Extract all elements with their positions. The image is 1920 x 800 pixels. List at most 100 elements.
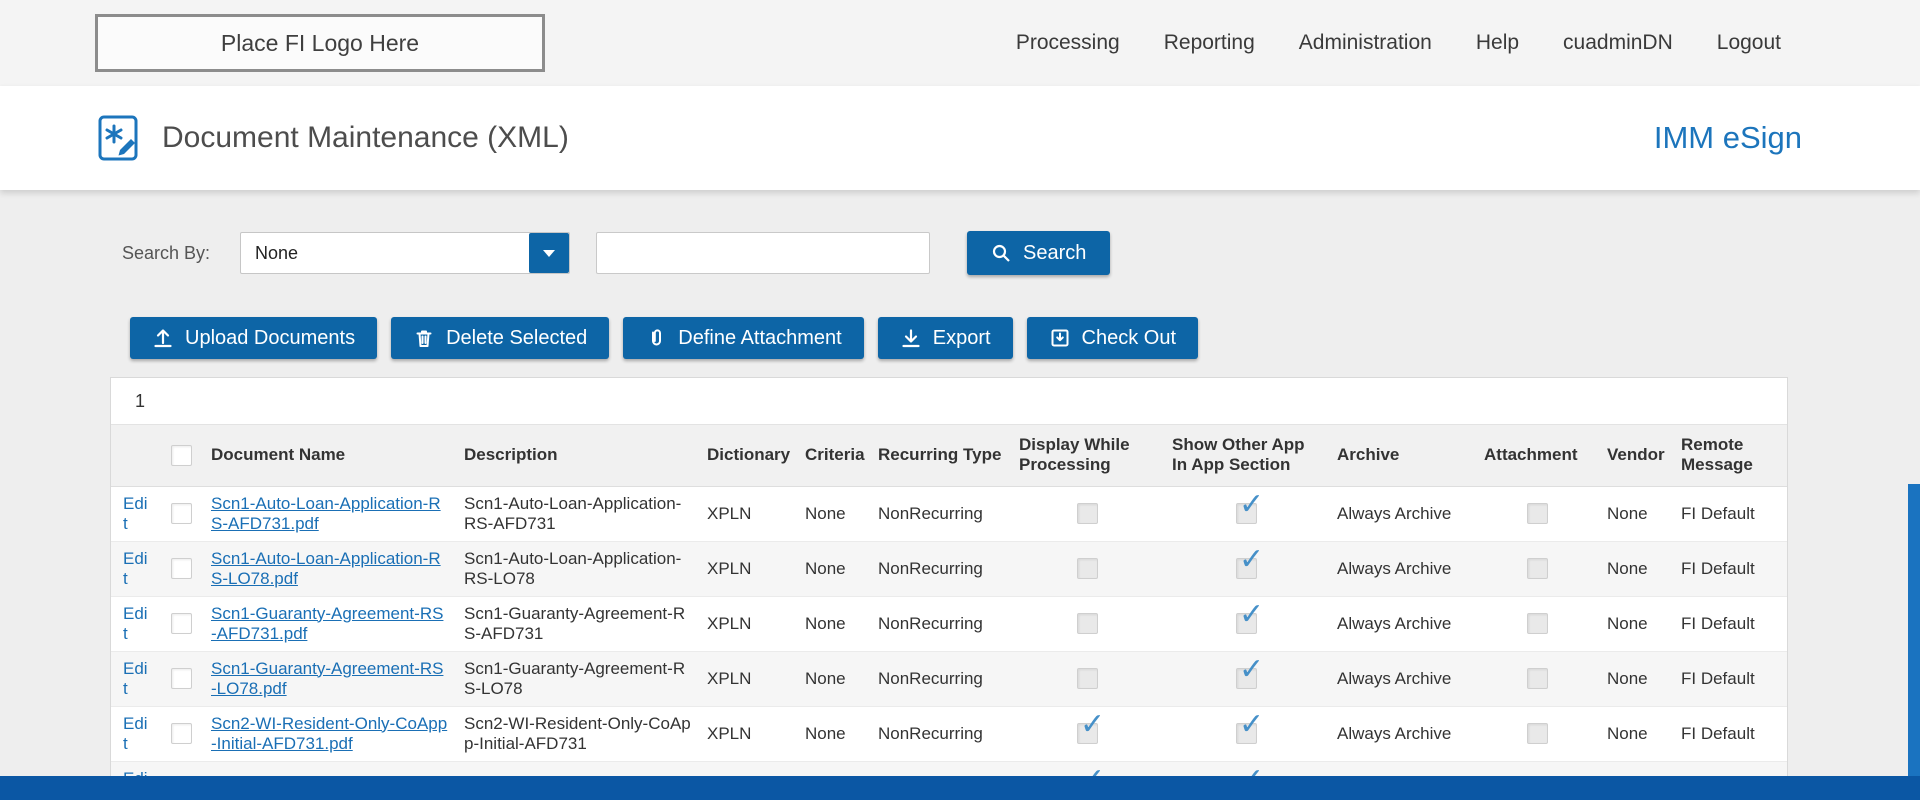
header-archive: Archive (1329, 425, 1476, 487)
document-name-link[interactable]: Scn1-Guaranty-Agreement-RS-LO78.pdf (211, 659, 443, 698)
display-while-processing-checkbox[interactable] (1077, 503, 1098, 524)
attachment-checkbox[interactable] (1527, 668, 1548, 689)
display-while-processing-checkbox[interactable]: ✓ (1077, 710, 1105, 744)
upload-icon (152, 327, 174, 349)
dictionary-cell: XPLN (707, 558, 752, 578)
recurring-type-cell: NonRecurring (878, 503, 983, 523)
criteria-cell: None (805, 503, 846, 523)
dictionary-cell: XPLN (707, 668, 752, 688)
table-header-row: Document Name Description Dictionary Cri… (111, 425, 1787, 487)
show-other-app-checkbox[interactable]: ✓ (1236, 490, 1264, 524)
dropdown-arrow-button[interactable] (529, 233, 569, 273)
search-button-label: Search (1023, 241, 1087, 264)
nav-item-help[interactable]: Help (1476, 31, 1519, 55)
archive-cell: Always Archive (1337, 503, 1452, 523)
nav-item-reporting[interactable]: Reporting (1164, 31, 1255, 55)
search-by-dropdown[interactable]: None (240, 232, 570, 274)
nav-item-logout[interactable]: Logout (1717, 31, 1781, 55)
pagination: 1 (111, 378, 1787, 425)
nav-item-processing[interactable]: Processing (1016, 31, 1120, 55)
paperclip-icon (645, 327, 667, 349)
search-input[interactable] (596, 232, 930, 274)
check-icon: ✓ (1080, 707, 1106, 742)
document-name-link[interactable]: Scn2-WI-Resident-Only-CoApp-Initial-AFD7… (211, 714, 447, 753)
table-row: Edit Scn1-Auto-Loan-Application-RS-AFD731… (111, 486, 1787, 542)
export-button[interactable]: Export (877, 317, 1013, 359)
display-while-processing-checkbox[interactable] (1077, 613, 1098, 634)
show-other-app-checkbox[interactable]: ✓ (1236, 545, 1264, 579)
check-icon: ✓ (1239, 542, 1265, 577)
check-icon: ✓ (1239, 597, 1265, 632)
description-cell: Scn1-Guaranty-Agreement-RS-LO78 (464, 658, 686, 698)
remote-message-cell: FI Default (1681, 723, 1755, 743)
esign-document-icon (98, 115, 138, 161)
attachment-checkbox[interactable] (1527, 613, 1548, 634)
check-out-label: Check Out (1081, 326, 1177, 349)
row-select-checkbox[interactable] (171, 558, 192, 579)
remote-message-cell: FI Default (1681, 613, 1755, 633)
define-attachment-label: Define Attachment (678, 326, 842, 349)
criteria-cell: None (805, 723, 846, 743)
export-icon (900, 327, 922, 349)
attachment-checkbox[interactable] (1527, 723, 1548, 744)
header-show-other-app: Show Other App In App Section (1164, 425, 1329, 487)
edit-link[interactable]: Edit (123, 604, 148, 643)
table-body: Edit Scn1-Auto-Loan-Application-RS-AFD731… (111, 486, 1787, 800)
archive-cell: Always Archive (1337, 723, 1452, 743)
display-while-processing-checkbox[interactable] (1077, 558, 1098, 579)
check-out-button[interactable]: Check Out (1026, 317, 1199, 359)
page-title: Document Maintenance (XML) (162, 121, 569, 154)
recurring-type-cell: NonRecurring (878, 613, 983, 633)
edit-link[interactable]: Edit (123, 494, 148, 533)
define-attachment-button[interactable]: Define Attachment (623, 317, 864, 359)
archive-cell: Always Archive (1337, 668, 1452, 688)
nav-item-administration[interactable]: Administration (1299, 31, 1432, 55)
top-header: Place FI Logo Here Processing Reporting … (0, 0, 1920, 86)
page-number[interactable]: 1 (135, 391, 145, 412)
row-select-checkbox[interactable] (171, 503, 192, 524)
toolbar: Upload Documents Delete Selected Define … (0, 317, 1920, 359)
display-while-processing-checkbox[interactable] (1077, 668, 1098, 689)
delete-selected-button[interactable]: Delete Selected (391, 317, 610, 359)
description-cell: Scn1-Guaranty-Agreement-RS-AFD731 (464, 603, 686, 643)
table-row: Edit Scn1-Auto-Loan-Application-RS-LO78.p… (111, 541, 1787, 597)
vendor-cell: None (1607, 723, 1648, 743)
show-other-app-checkbox[interactable]: ✓ (1236, 600, 1264, 634)
search-button[interactable]: Search (967, 231, 1111, 275)
table-row: Edit Scn2-WI-Resident-Only-CoApp-Initial-… (111, 706, 1787, 762)
show-other-app-checkbox[interactable]: ✓ (1236, 655, 1264, 689)
remote-message-cell: FI Default (1681, 503, 1755, 523)
criteria-cell: None (805, 668, 846, 688)
show-other-app-checkbox[interactable]: ✓ (1236, 710, 1264, 744)
fi-logo-text: Place FI Logo Here (220, 29, 420, 56)
vendor-cell: None (1607, 668, 1648, 688)
attachment-checkbox[interactable] (1527, 558, 1548, 579)
header-recurring-type: Recurring Type (870, 425, 1011, 487)
recurring-type-cell: NonRecurring (878, 723, 983, 743)
fi-logo-placeholder: Place FI Logo Here (95, 14, 545, 72)
row-select-checkbox[interactable] (171, 668, 192, 689)
check-icon: ✓ (1239, 707, 1265, 742)
title-bar: Document Maintenance (XML) IMM eSign (0, 86, 1920, 190)
document-name-link[interactable]: Scn1-Auto-Loan-Application-RS-LO78.pdf (211, 549, 441, 588)
attachment-checkbox[interactable] (1527, 503, 1548, 524)
row-select-checkbox[interactable] (171, 613, 192, 634)
upload-documents-button[interactable]: Upload Documents (130, 317, 378, 359)
footer-bar (0, 776, 1920, 800)
vendor-cell: None (1607, 558, 1648, 578)
select-all-checkbox[interactable] (171, 444, 192, 466)
document-name-link[interactable]: Scn1-Guaranty-Agreement-RS-AFD731.pdf (211, 604, 443, 643)
remote-message-cell: FI Default (1681, 558, 1755, 578)
table-row: Edit Scn1-Guaranty-Agreement-RS-LO78.pdf S… (111, 651, 1787, 707)
documents-table: Document Name Description Dictionary Cri… (111, 425, 1787, 800)
document-name-link[interactable]: Scn1-Auto-Loan-Application-RS-AFD731.pdf (211, 494, 441, 533)
row-select-checkbox[interactable] (171, 723, 192, 744)
export-label: Export (932, 326, 991, 349)
edit-link[interactable]: Edit (123, 659, 148, 698)
dictionary-cell: XPLN (707, 503, 752, 523)
scrollbar-thumb[interactable] (1908, 484, 1920, 776)
nav-item-user-cuadmindn[interactable]: cuadminDN (1563, 31, 1673, 55)
header-attachment: Attachment (1476, 425, 1599, 487)
edit-link[interactable]: Edit (123, 549, 148, 588)
edit-link[interactable]: Edit (123, 714, 148, 753)
